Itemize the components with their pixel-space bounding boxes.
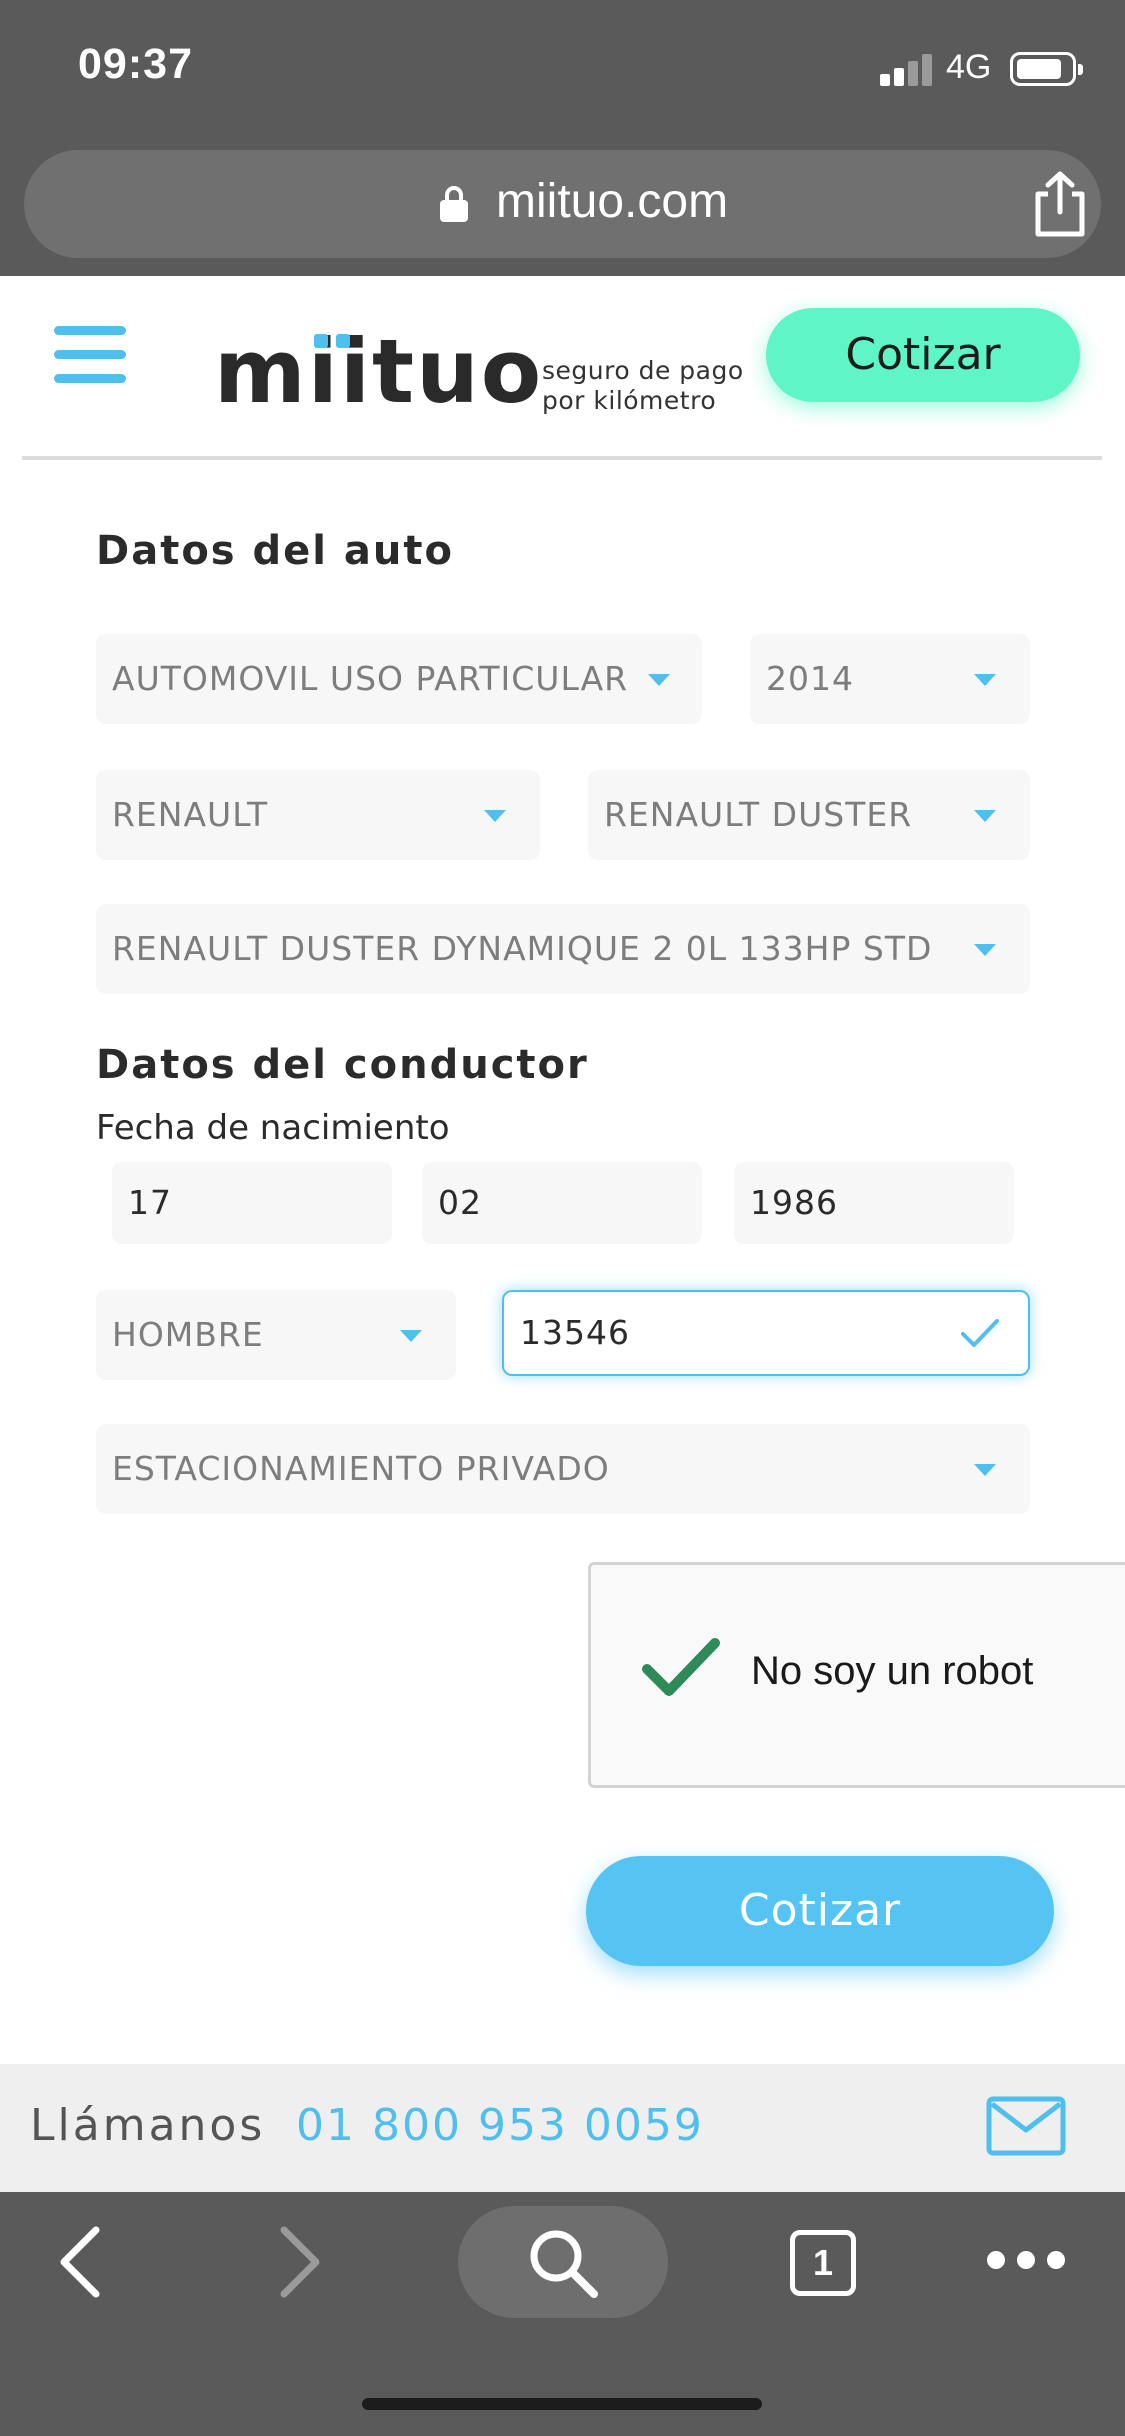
version-value: RENAULT DUSTER DYNAMIQUE 2 0L 133HP STD <box>112 929 933 968</box>
brand-select[interactable]: RENAULT <box>96 770 540 860</box>
recaptcha-widget: No soy un robot <box>588 1562 1125 1788</box>
model-select[interactable]: RENAULT DUSTER <box>588 770 1030 860</box>
vehicle-type-value: AUTOMOVIL USO PARTICULAR <box>112 659 629 698</box>
parking-value: ESTACIONAMIENTO PRIVADO <box>112 1449 610 1488</box>
status-time: 09:37 <box>78 40 193 88</box>
site-header: miituo seguro de pago por kilómetro Coti… <box>0 276 1125 460</box>
driver-section-title: Datos del conductor <box>96 1042 589 1088</box>
phone-link[interactable]: 01 800 953 0059 <box>296 2100 704 2151</box>
submit-quote-button[interactable]: Cotizar <box>586 1856 1054 1966</box>
chevron-down-icon <box>484 810 506 822</box>
share-icon[interactable] <box>1030 170 1090 238</box>
tagline: seguro de pago por kilómetro <box>542 356 744 416</box>
forward-icon[interactable] <box>276 2224 324 2300</box>
browser-toolbar: 1 <box>0 2192 1125 2436</box>
vehicle-type-select[interactable]: AUTOMOVIL USO PARTICULAR <box>96 634 702 724</box>
captcha-label: No soy un robot <box>751 1649 1034 1693</box>
lock-icon <box>440 186 468 222</box>
signal-icon <box>880 52 934 86</box>
birth-year-input[interactable]: 1986 <box>734 1162 1014 1244</box>
url-text: miituo.com <box>496 175 729 228</box>
tabs-button[interactable]: 1 <box>790 2230 856 2296</box>
birth-month-input[interactable]: 02 <box>422 1162 702 1244</box>
header-divider <box>22 456 1102 460</box>
chevron-down-icon <box>974 810 996 822</box>
version-select[interactable]: RENAULT DUSTER DYNAMIQUE 2 0L 133HP STD <box>96 904 1030 994</box>
postal-code-input[interactable]: 13546 <box>502 1290 1030 1376</box>
more-icon[interactable] <box>984 2248 1068 2272</box>
chevron-down-icon <box>648 674 670 686</box>
address-bar[interactable]: miituo.com <box>24 150 1101 258</box>
back-icon[interactable] <box>56 2224 104 2300</box>
contact-bar: Llámanos 01 800 953 0059 <box>0 2064 1125 2192</box>
birthdate-label: Fecha de nacimiento <box>96 1108 450 1148</box>
menu-icon[interactable] <box>54 326 126 386</box>
chevron-down-icon <box>974 674 996 686</box>
mail-icon[interactable] <box>986 2096 1066 2156</box>
captcha-checkmark-icon[interactable] <box>641 1627 721 1707</box>
model-value: RENAULT DUSTER <box>604 795 913 834</box>
search-icon <box>530 2230 598 2298</box>
home-indicator[interactable] <box>362 2398 762 2410</box>
browser-top-chrome: 09:37 4G miituo.com <box>0 0 1125 276</box>
chevron-down-icon <box>974 944 996 956</box>
birth-day-input[interactable]: 17 <box>112 1162 392 1244</box>
checkmark-icon <box>961 1319 999 1347</box>
search-button[interactable] <box>458 2206 668 2318</box>
gender-value: HOMBRE <box>112 1315 264 1354</box>
postal-code-value: 13546 <box>520 1313 630 1352</box>
year-value: 2014 <box>766 659 854 698</box>
logo-text: miituo <box>214 320 544 423</box>
parking-select[interactable]: ESTACIONAMIENTO PRIVADO <box>96 1424 1030 1514</box>
battery-icon <box>1010 52 1083 86</box>
brand-value: RENAULT <box>112 795 269 834</box>
network-type: 4G <box>946 48 992 86</box>
tagline-line-1: seguro de pago <box>542 356 744 385</box>
miituo-logo[interactable]: miituo <box>214 322 543 422</box>
chevron-down-icon <box>974 1464 996 1476</box>
call-label: Llámanos <box>30 2100 266 2151</box>
chevron-down-icon <box>400 1330 422 1342</box>
year-select[interactable]: 2014 <box>750 634 1030 724</box>
header-quote-button[interactable]: Cotizar <box>766 308 1080 402</box>
gender-select[interactable]: HOMBRE <box>96 1290 456 1380</box>
car-section-title: Datos del auto <box>96 528 454 574</box>
tagline-line-2: por kilómetro <box>542 386 717 415</box>
